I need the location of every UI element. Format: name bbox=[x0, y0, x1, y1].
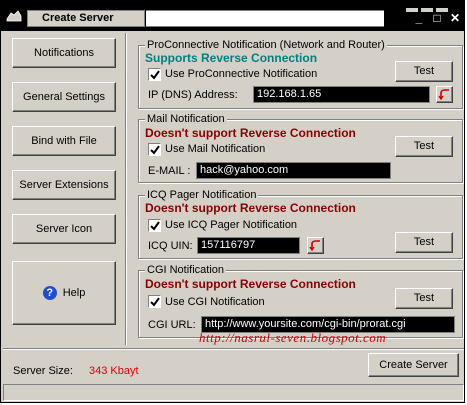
ip-address-input[interactable]: 192.168.1.65 bbox=[253, 86, 430, 103]
checkmark-icon bbox=[150, 297, 160, 307]
ip-reset-button[interactable] bbox=[436, 86, 453, 103]
checkmark-icon bbox=[150, 221, 160, 231]
cgi-checkbox-label: Use CGI Notification bbox=[165, 296, 265, 308]
cgi-title: CGI Notification bbox=[145, 264, 227, 276]
icq-reset-button[interactable] bbox=[307, 237, 324, 254]
title-bar-strip bbox=[406, 3, 464, 12]
title-bar-fill bbox=[146, 10, 384, 27]
proconnective-checkbox[interactable] bbox=[148, 68, 161, 81]
mail-checkbox[interactable] bbox=[148, 143, 161, 156]
proconnective-notice: Supports Reverse Connection bbox=[145, 51, 318, 65]
create-server-button[interactable]: Create Server bbox=[368, 353, 459, 377]
icq-checkbox-label: Use ICQ Pager Notification bbox=[165, 219, 298, 231]
icq-title: ICQ Pager Notification bbox=[145, 189, 259, 201]
cgi-notice: Doesn't support Reverse Connection bbox=[145, 277, 356, 291]
proconnective-group: ProConnective Notification (Network and … bbox=[138, 39, 463, 109]
checkmark-icon bbox=[150, 145, 160, 155]
sidebar-item-notifications[interactable]: Notifications bbox=[12, 38, 116, 68]
cgi-url-label: CGI URL: bbox=[148, 319, 196, 331]
email-label: E-MAIL : bbox=[148, 165, 191, 177]
help-button[interactable]: ? Help bbox=[12, 261, 116, 325]
sidebar-item-server-icon[interactable]: Server Icon bbox=[12, 214, 116, 244]
title-bar: Create Server _ □ ✕ bbox=[1, 1, 464, 31]
ip-address-label: IP (DNS) Address: bbox=[148, 89, 238, 101]
cgi-test-button[interactable]: Test bbox=[395, 288, 453, 309]
icq-checkbox[interactable] bbox=[148, 219, 161, 232]
proconnective-checkbox-label: Use ProConnective Notification bbox=[165, 68, 318, 80]
status-bar bbox=[3, 384, 464, 401]
maximize-button[interactable]: □ bbox=[430, 12, 444, 24]
sidebar-item-server-extensions[interactable]: Server Extensions bbox=[12, 170, 116, 200]
vertical-divider bbox=[125, 33, 127, 345]
sidebar-item-general-settings[interactable]: General Settings bbox=[12, 82, 116, 112]
icq-test-button[interactable]: Test bbox=[395, 232, 453, 253]
create-server-window: Create Server _ □ ✕ Notifications Genera… bbox=[0, 0, 465, 403]
mail-notice: Doesn't support Reverse Connection bbox=[145, 126, 356, 140]
proconnective-title: ProConnective Notification (Network and … bbox=[145, 39, 387, 51]
help-icon: ? bbox=[42, 286, 57, 301]
help-label: Help bbox=[62, 287, 86, 299]
icq-uin-label: ICQ UIN: bbox=[148, 240, 193, 252]
email-input[interactable]: hack@yahoo.com bbox=[196, 162, 391, 179]
close-button[interactable]: ✕ bbox=[448, 12, 462, 24]
mail-group: Mail Notification Doesn't support Revers… bbox=[138, 113, 463, 183]
undo-arrow-icon bbox=[309, 240, 320, 252]
undo-arrow-icon bbox=[438, 89, 449, 101]
window-title: Create Server bbox=[27, 10, 145, 27]
proconnective-test-button[interactable]: Test bbox=[395, 61, 453, 82]
watermark-text: http://nasrul-seven.blogspot.com bbox=[199, 330, 387, 345]
checkmark-icon bbox=[150, 70, 160, 80]
cgi-checkbox[interactable] bbox=[148, 295, 161, 308]
server-size-label: Server Size: bbox=[13, 365, 73, 377]
icq-notice: Doesn't support Reverse Connection bbox=[145, 201, 356, 215]
mail-title: Mail Notification bbox=[145, 113, 227, 125]
mail-checkbox-label: Use Mail Notification bbox=[165, 143, 266, 155]
app-icon bbox=[6, 10, 22, 22]
sidebar-item-bind-with-file[interactable]: Bind with File bbox=[12, 126, 116, 156]
mail-test-button[interactable]: Test bbox=[395, 136, 453, 157]
horizontal-divider bbox=[3, 348, 464, 350]
cgi-group: CGI Notification Doesn't support Reverse… bbox=[138, 264, 463, 338]
minimize-button[interactable]: _ bbox=[412, 12, 426, 24]
server-size-value: 343 Kbayt bbox=[89, 365, 139, 377]
icq-uin-input[interactable]: 157116797 bbox=[197, 237, 300, 254]
icq-group: ICQ Pager Notification Doesn't support R… bbox=[138, 189, 463, 259]
